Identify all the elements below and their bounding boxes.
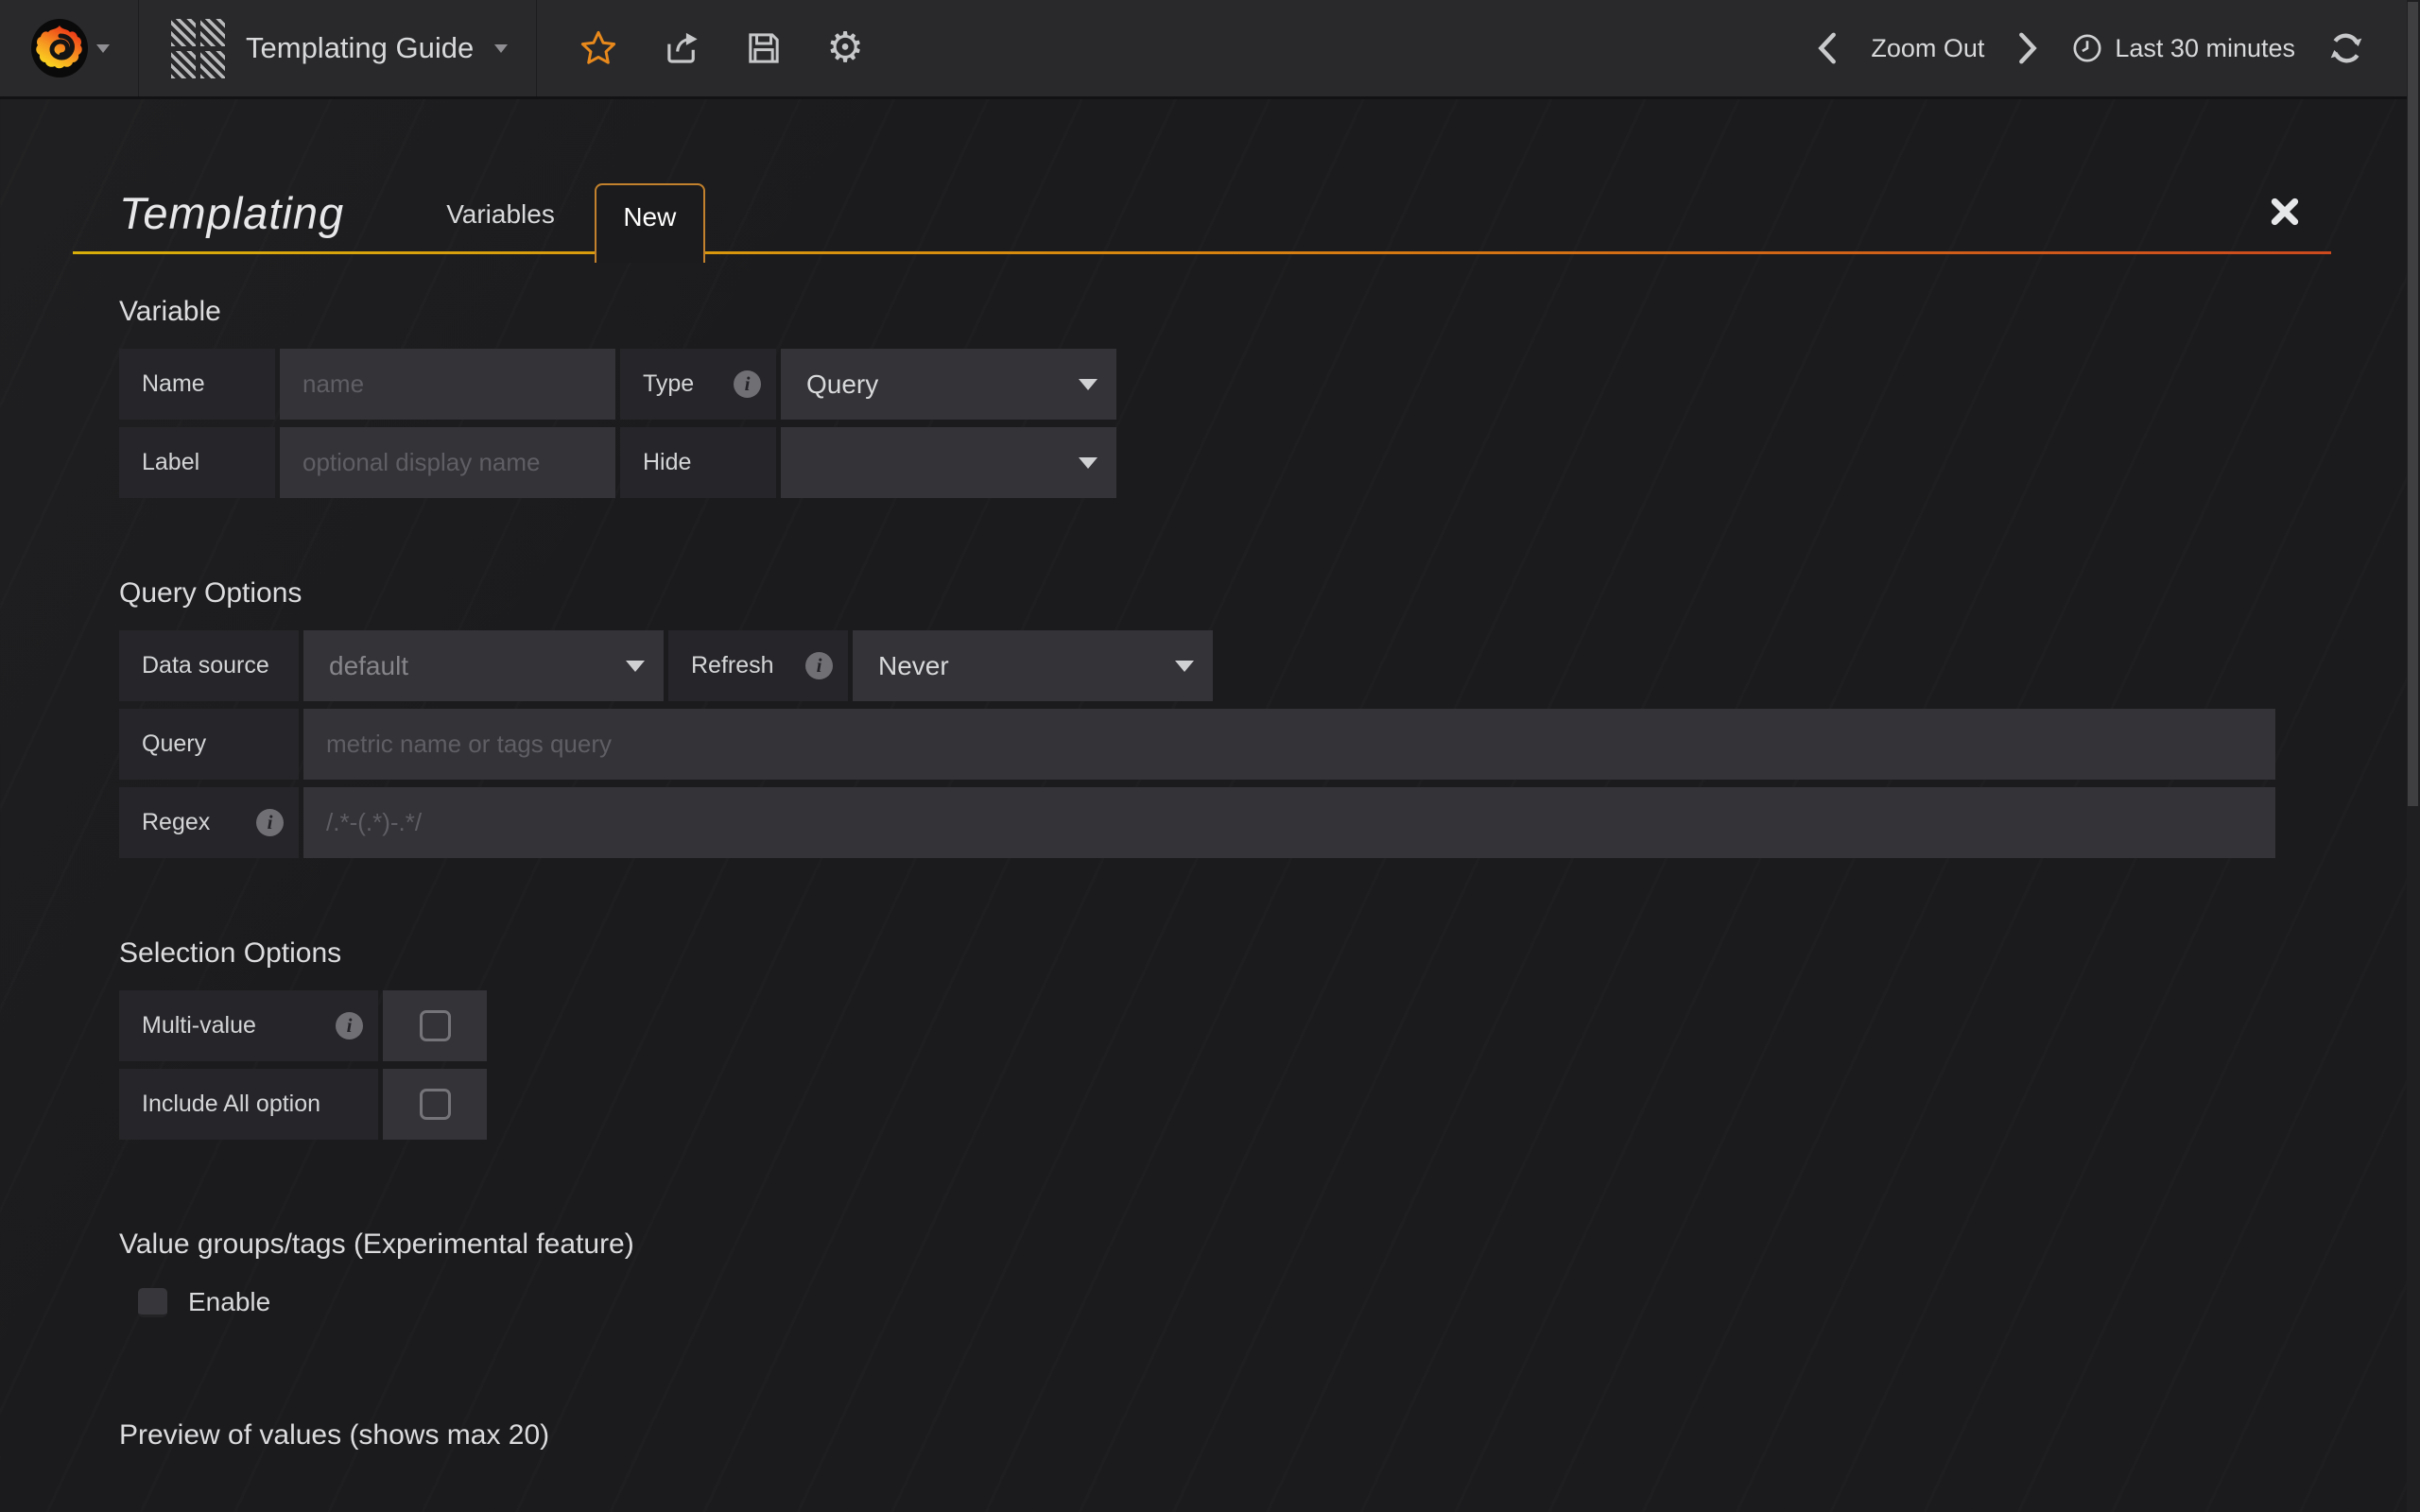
star-button[interactable]	[579, 28, 618, 68]
grafana-logo-icon	[29, 17, 90, 79]
clock-icon	[2071, 32, 2103, 64]
page-title: Templating	[119, 187, 344, 239]
variable-editor-form: Variable Name Type i Query Label Hide Qu…	[119, 296, 2280, 1512]
chevron-down-icon	[96, 44, 110, 53]
time-range-label: Last 30 minutes	[2115, 34, 2295, 63]
datasource-select-value: default	[329, 651, 408, 681]
caret-down-icon	[1079, 379, 1098, 390]
multi-value-label-text: Multi-value	[142, 1012, 256, 1040]
query-options-heading: Query Options	[119, 577, 2280, 610]
caret-down-icon	[626, 661, 645, 672]
refresh-button[interactable]	[2327, 29, 2365, 67]
multi-value-checkbox-cell[interactable]	[383, 990, 487, 1061]
query-input[interactable]	[303, 709, 2275, 780]
navbar: Templating Guide	[0, 0, 2420, 99]
dashboard-title: Templating Guide	[246, 31, 474, 65]
query-label: Query	[119, 709, 299, 780]
regex-row: Regex i	[119, 787, 2280, 858]
query-row: Query	[119, 709, 2280, 780]
refresh-icon	[2327, 29, 2365, 67]
value-groups-heading: Value groups/tags (Experimental feature)	[119, 1228, 2280, 1261]
include-all-checkbox[interactable]	[420, 1089, 451, 1120]
chevron-down-icon	[494, 44, 508, 53]
name-label: Name	[119, 349, 275, 420]
enable-checkbox[interactable]	[138, 1288, 167, 1317]
multi-value-row: Multi-value i	[119, 990, 2280, 1061]
scrollbar-thumb[interactable]	[2408, 2, 2418, 806]
share-icon	[662, 28, 701, 68]
regex-input[interactable]	[303, 787, 2275, 858]
star-icon	[579, 28, 618, 68]
type-select[interactable]: Query	[781, 349, 1116, 420]
caret-down-icon	[1079, 457, 1098, 469]
refresh-label-text: Refresh	[691, 652, 774, 679]
tab-variables[interactable]: Variables	[406, 199, 595, 254]
save-button[interactable]	[745, 29, 783, 67]
datasource-label: Data source	[119, 630, 299, 701]
enable-label: Enable	[188, 1287, 270, 1317]
preview-heading: Preview of values (shows max 20)	[119, 1419, 2280, 1452]
datasource-select[interactable]: default	[303, 630, 664, 701]
variable-label-row: Label Hide	[119, 427, 2280, 498]
dashboard-title-button[interactable]: Templating Guide	[139, 0, 537, 96]
selection-options-heading: Selection Options	[119, 937, 2280, 970]
datasource-row: Data source default Refresh i Never	[119, 630, 2280, 701]
share-button[interactable]	[662, 28, 701, 68]
include-all-checkbox-cell[interactable]	[383, 1069, 487, 1140]
refresh-info-icon[interactable]: i	[805, 652, 833, 679]
type-select-value: Query	[806, 369, 878, 400]
type-info-icon[interactable]: i	[734, 370, 761, 398]
hide-label: Hide	[620, 427, 776, 498]
enable-row: Enable	[138, 1287, 2280, 1317]
regex-info-icon[interactable]: i	[256, 809, 284, 836]
include-all-row: Include All option	[119, 1069, 2280, 1140]
type-label-text: Type	[643, 370, 694, 398]
time-shift-right-button[interactable]	[2016, 32, 2039, 64]
type-label: Type i	[620, 349, 776, 420]
include-all-label: Include All option	[119, 1069, 378, 1140]
refresh-label: Refresh i	[668, 630, 848, 701]
multi-value-checkbox[interactable]	[420, 1010, 451, 1041]
chevron-right-icon	[2016, 32, 2039, 64]
regex-label-text: Regex	[142, 809, 210, 836]
save-icon	[745, 29, 783, 67]
dashboard-icon	[171, 19, 225, 78]
grafana-menu-button[interactable]	[0, 0, 139, 96]
close-icon	[2269, 216, 2301, 231]
tab-new[interactable]: New	[595, 183, 705, 263]
chevron-left-icon	[1816, 32, 1839, 64]
regex-label: Regex i	[119, 787, 299, 858]
close-button[interactable]	[2269, 196, 2301, 228]
variable-name-row: Name Type i Query	[119, 349, 2280, 420]
settings-button[interactable]: ⚙	[826, 27, 863, 69]
multi-value-label: Multi-value i	[119, 990, 378, 1061]
refresh-select[interactable]: Never	[853, 630, 1213, 701]
templating-editor-header: Templating Variables New	[73, 173, 2331, 254]
scrollbar	[2407, 0, 2420, 1512]
name-input[interactable]	[280, 349, 615, 420]
time-shift-left-button[interactable]	[1816, 32, 1839, 64]
caret-down-icon	[1175, 661, 1194, 672]
time-picker-button[interactable]: Last 30 minutes	[2071, 32, 2295, 64]
variable-section-heading: Variable	[119, 296, 2280, 328]
label-label: Label	[119, 427, 275, 498]
gear-icon: ⚙	[826, 27, 863, 69]
label-input[interactable]	[280, 427, 615, 498]
multi-value-info-icon[interactable]: i	[336, 1012, 363, 1040]
hide-select[interactable]	[781, 427, 1116, 498]
refresh-select-value: Never	[878, 651, 949, 681]
